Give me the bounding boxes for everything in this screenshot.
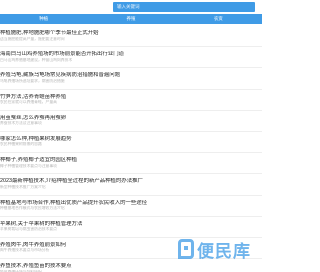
article-summary: 农民种植果树前景的思路 (0, 142, 42, 147)
tab-breeding[interactable]: 养殖 (87, 14, 174, 24)
list-item[interactable]: 哪家怎么种,种植果树发展趋势 农民种植果树前景的思路 (0, 132, 262, 154)
list-item[interactable]: 种植施肥,种地施肥哪个季节最佳正式开始 适当施肥能提高产量，施肥要注意时间 (0, 26, 262, 48)
search-placeholder: 输入关键词 (117, 4, 140, 9)
article-summary: 种植基地合作模式与农民增收方法介绍 (0, 206, 65, 210)
article-summary: 适当施肥能提高产量，施肥要注意时间 (0, 36, 65, 41)
tab-agri-supplies[interactable]: 农资 (175, 14, 262, 24)
list-item[interactable]: 种植基地与市场合作,种植出优质产品提升农民收入的一些途径 种植基地合作模式与农民增… (0, 196, 262, 217)
watermark-logo: 便民库 (178, 232, 256, 266)
top-bar: 输入关键词 (0, 0, 262, 14)
tab-planting[interactable]: 种植 (0, 14, 87, 24)
article-summary: 白马山鸡养殖基地建设，种苗山鸡饲养技术 (0, 57, 73, 62)
list-item[interactable]: 种椰子,养殖椰子适宜的园区种植 椰子种植管理技术要点与注意事项 (0, 153, 262, 175)
article-summary: 乌龟养殖场所选址要求，病害防治措施 (0, 78, 65, 83)
list-item[interactable]: 2023最新种植技术,介绍种植全过程的新产品种植的办法推广 新型种植技术推广方案介… (0, 174, 262, 196)
watermark-text: 便民库 (197, 241, 251, 262)
article-summary: 农民在家就可以养殖青蛙，产量高 (0, 100, 57, 105)
list-item[interactable]: 海南白马山鸡养殖场的市场前景能否开拓出行业门道 白马山鸡养殖基地建设，种苗山鸡饲养… (0, 47, 262, 69)
article-summary: 养蚕技术方法及注意事项 (0, 121, 42, 126)
article-summary: 椰子种植管理技术要点与注意事项 (0, 163, 57, 168)
search-input[interactable]: 输入关键词 (113, 2, 255, 12)
list-item[interactable]: 竹笋方法,活养青蛙苗种养殖 农民在家就可以养殖青蛙，产量高 (0, 90, 262, 111)
list-item[interactable]: 养殖乌龟,藏族乌龟场常见疾病防治措施和普遍问题 乌龟养殖场所选址要求，病害防治措施 (0, 68, 262, 90)
logo-icon (178, 239, 194, 259)
list-item[interactable]: 用茧蚕丝,怎么养蚕再用蚕卵 养蚕技术方法及注意事项 (0, 111, 262, 132)
category-tabs: 种植 养殖 农资 (0, 14, 262, 24)
article-summary: 新型种植技术推广方案介绍 (0, 184, 46, 189)
